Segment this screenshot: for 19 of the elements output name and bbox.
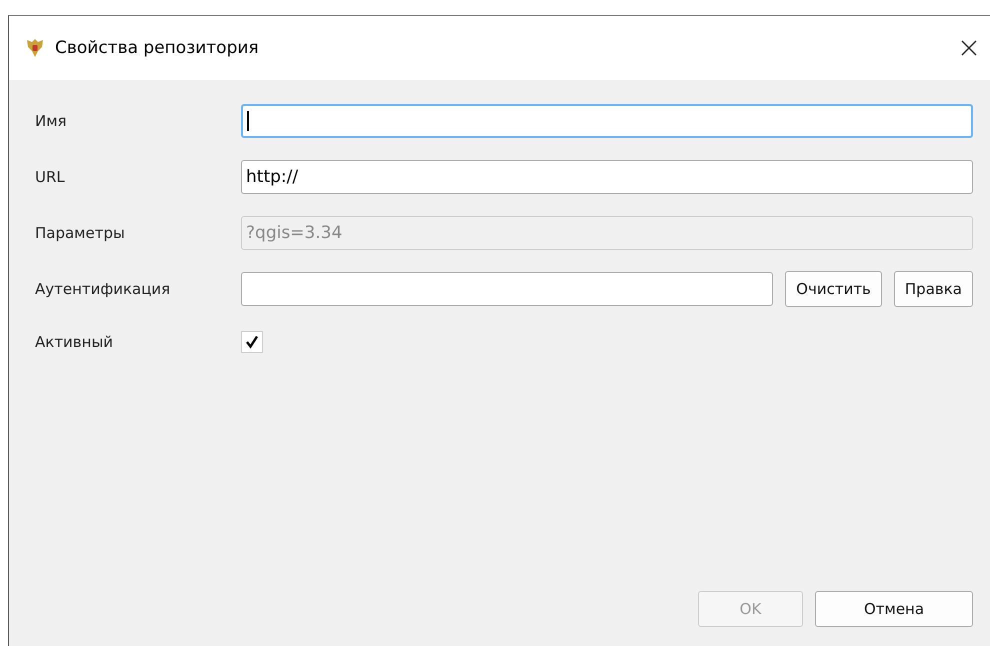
field-value: ?qgis=3.34 [246,223,342,243]
field-label: Активный [35,333,114,351]
field-label: URL [35,168,66,186]
field-label: Имя [35,112,68,130]
dialog-button[interactable]: Отмена [815,591,973,627]
checkbox[interactable] [241,331,263,353]
emblem-icon [25,37,45,59]
field-value: http:// [246,167,298,187]
window-title: Свойства репозитория [55,38,260,58]
field-label: Аутентификация [35,280,172,298]
close-icon[interactable] [960,39,978,57]
input-field[interactable] [241,272,774,306]
text-caret [247,111,249,131]
input-field[interactable]: http:// [241,160,973,194]
auth-button[interactable]: Очистить [785,271,882,307]
field-label: Параметры [35,224,126,242]
input-field[interactable] [241,104,973,138]
check-icon [244,334,260,350]
auth-button[interactable]: Правка [894,271,973,307]
